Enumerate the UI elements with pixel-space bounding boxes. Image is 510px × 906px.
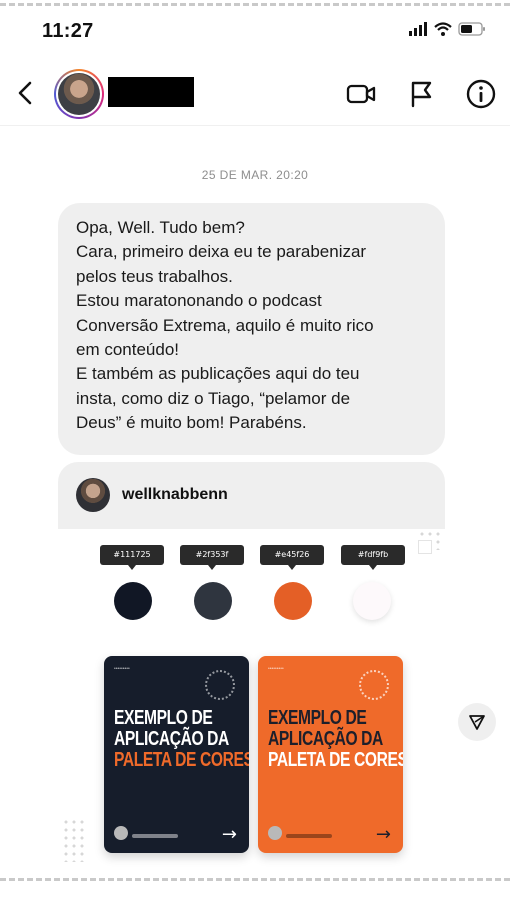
swatch-label: #fdf9fb <box>341 545 405 570</box>
redacted-username[interactable] <box>108 77 194 107</box>
decorative-square <box>418 540 432 554</box>
card-decor-ring <box>359 670 389 700</box>
chevron-left-icon[interactable] <box>12 78 40 108</box>
swatch-label: #2f353f <box>180 545 244 570</box>
example-card-dark: ••••••••• EXEMPLO DE APLICAÇÃO DA PALETA… <box>104 656 249 853</box>
message-line: Estou maratononando o podcast <box>76 291 322 311</box>
arrow-right-icon: → <box>221 824 237 845</box>
example-card-orange: ••••••••• EXEMPLO DE APLICAÇÃO DA PALETA… <box>258 656 403 853</box>
message-line: Opa, Well. Tudo bem? <box>76 218 245 237</box>
contact-avatar[interactable] <box>54 69 104 119</box>
signal-icon <box>409 22 427 36</box>
wifi-icon <box>434 22 452 36</box>
color-swatch <box>274 582 312 620</box>
card-footer-text <box>286 834 332 838</box>
swatch-label: #e45f26 <box>260 545 324 570</box>
clock-time: 11:27 <box>42 20 94 42</box>
arrow-right-icon: → <box>375 824 391 845</box>
card-avatar <box>268 826 282 840</box>
share-post-button[interactable] <box>458 703 496 741</box>
flag-icon[interactable] <box>405 78 437 110</box>
bottom-dashed-border <box>0 878 510 881</box>
color-swatch <box>353 582 391 620</box>
card-decor-ring <box>205 670 235 700</box>
send-icon <box>469 715 485 730</box>
color-swatch <box>194 582 232 620</box>
message-line: pelos teus trabalhos. <box>76 266 233 286</box>
card-title: EXEMPLO DE APLICAÇÃO DA PALETA DE CORES <box>114 707 249 771</box>
message-line: E também as publicações aqui do teu <box>76 364 360 384</box>
message-line: Cara, primeiro deixa eu te parabenizar <box>76 242 367 262</box>
video-camera-icon[interactable] <box>345 78 377 110</box>
card-avatar <box>114 826 128 840</box>
chat-header <box>0 62 510 126</box>
status-icons <box>408 22 486 36</box>
shared-post-avatar[interactable] <box>76 478 110 512</box>
status-bar: 11:27 <box>0 18 510 48</box>
battery-icon <box>458 22 485 36</box>
card-handle: ••••••••• <box>114 666 130 672</box>
card-footer-text <box>132 834 178 838</box>
message-line: insta, como diz o Tiago, “pelamor de <box>76 388 351 408</box>
decorative-dots <box>62 818 86 862</box>
message-line: em conteúdo! <box>76 340 180 360</box>
message-date: 25 DE MAR. 20:20 <box>201 168 309 182</box>
message-line: Deus” é muito bom! Parabéns. <box>76 413 307 433</box>
top-dashed-border <box>0 3 510 6</box>
card-title: EXEMPLO DE APLICAÇÃO DA PALETA DE CORES <box>268 707 403 771</box>
message-line: Conversão Extrema, aquilo é muito rico <box>76 315 374 335</box>
shared-post-header[interactable]: wellknabbenn <box>58 462 445 529</box>
shared-post-username[interactable]: wellknabbenn <box>122 486 228 504</box>
color-swatch <box>114 582 152 620</box>
info-circle-icon[interactable] <box>465 78 497 110</box>
message-bubble[interactable]: Opa, Well. Tudo bem? Cara, primeiro deix… <box>58 203 445 455</box>
card-handle: ••••••••• <box>268 666 284 672</box>
swatch-label: #111725 <box>100 545 164 570</box>
